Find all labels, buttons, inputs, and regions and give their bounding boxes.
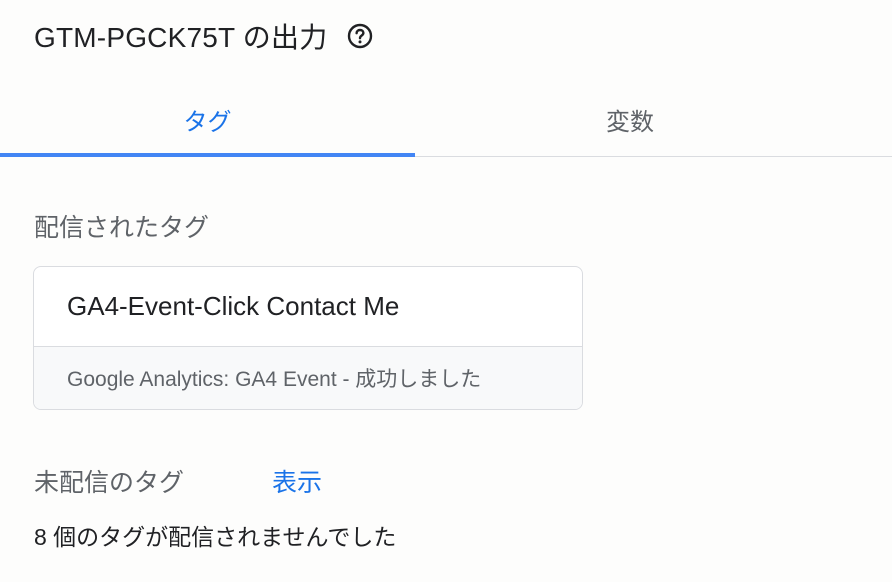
tab-variables[interactable]: 変数 bbox=[415, 82, 845, 156]
fired-tag-card[interactable]: GA4-Event-Click Contact Me Google Analyt… bbox=[33, 266, 583, 410]
tab-tags[interactable]: タグ bbox=[0, 82, 415, 157]
tag-assistant-output-panel: GTM-PGCK75T の出力 タグ 変数 配信されたタグ GA4-Event-… bbox=[0, 0, 892, 582]
show-not-fired-link[interactable]: 表示 bbox=[272, 463, 322, 499]
tab-tags-label: タグ bbox=[183, 108, 232, 136]
tab-variables-label: 変数 bbox=[606, 108, 654, 136]
fired-tag-status: Google Analytics: GA4 Event - 成功しました bbox=[34, 347, 582, 409]
help-circle-icon[interactable] bbox=[347, 23, 373, 49]
not-fired-tags-summary: 8 個のタグが配信されませんでした bbox=[34, 524, 397, 550]
not-fired-tags-heading: 未配信のタグ bbox=[34, 469, 185, 497]
fired-tag-name: GA4-Event-Click Contact Me bbox=[34, 267, 582, 347]
output-tabs: タグ 変数 bbox=[0, 82, 892, 157]
help-circle-icon-graphic bbox=[348, 23, 373, 49]
page-title: GTM-PGCK75T の出力 bbox=[34, 22, 328, 53]
header: GTM-PGCK75T の出力 bbox=[34, 14, 373, 58]
fired-tags-heading: 配信されたタグ bbox=[34, 214, 210, 242]
not-fired-tags-row: 未配信のタグ 表示 bbox=[34, 463, 322, 499]
